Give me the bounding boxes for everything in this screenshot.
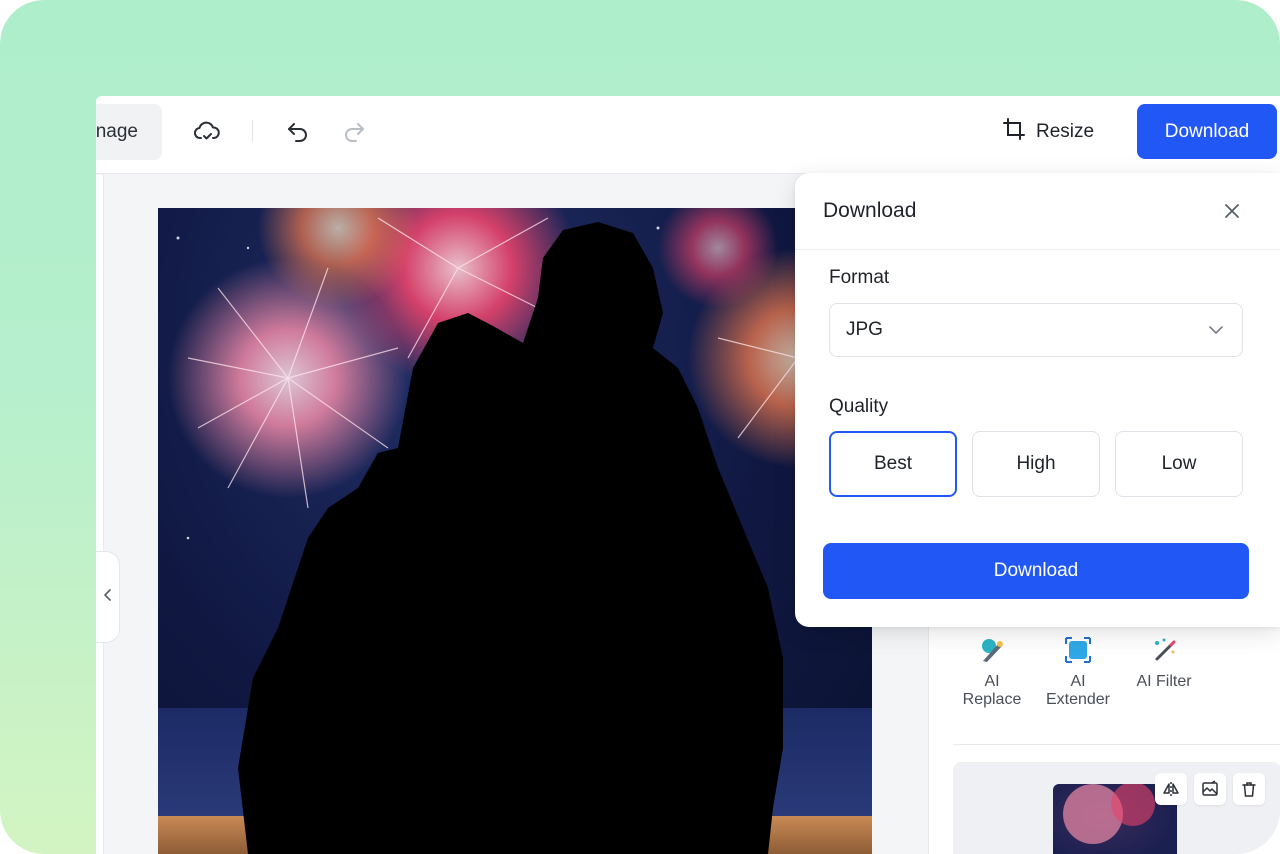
ai-tools-row: AI Replace AI Extender AI Filter — [949, 635, 1207, 709]
redo-icon[interactable] — [340, 118, 368, 146]
ai-filter-icon — [1149, 635, 1179, 665]
format-label: Format — [829, 267, 890, 288]
trash-icon[interactable] — [1233, 773, 1265, 805]
layer-card[interactable] — [953, 762, 1280, 854]
left-panel — [96, 175, 104, 854]
close-icon[interactable] — [1221, 200, 1243, 222]
quality-label: Quality — [829, 396, 889, 417]
download-popover: Download Format JPG Quality Best High Lo… — [795, 173, 1280, 627]
format-value: JPG — [846, 319, 883, 340]
cloud-sync-icon[interactable] — [193, 118, 221, 146]
fireworks-photo — [158, 208, 872, 854]
ai-replace-label: AI Replace — [962, 673, 1022, 708]
resize-button[interactable]: Resize — [1002, 116, 1094, 148]
quality-low-button[interactable]: Low — [1115, 431, 1243, 497]
flip-icon[interactable] — [1155, 773, 1187, 805]
ai-extender-icon — [1063, 635, 1093, 665]
crop-icon — [1002, 117, 1026, 147]
collapse-panel-button[interactable] — [96, 551, 120, 643]
popover-title: Download — [823, 199, 917, 222]
chevron-left-icon — [102, 588, 114, 607]
image-menu-button[interactable]: nage — [96, 104, 162, 160]
ai-replace-icon — [977, 635, 1007, 665]
ai-replace-tool[interactable]: AI Replace — [949, 635, 1035, 709]
top-toolbar: nage Resize Download — [96, 96, 1280, 174]
image-menu-label: nage — [96, 121, 138, 142]
panel-divider — [953, 744, 1280, 745]
download-button[interactable]: Download — [1137, 104, 1277, 159]
ai-filter-tool[interactable]: AI Filter — [1121, 635, 1207, 709]
background-frame: nage Resize Download AI Replace AI Exten… — [0, 0, 1280, 854]
chevron-down-icon — [1208, 319, 1224, 341]
ai-filter-label: AI Filter — [1136, 673, 1192, 690]
format-select[interactable]: JPG — [829, 303, 1243, 357]
quality-high-button[interactable]: High — [972, 431, 1100, 497]
ai-extender-label: AI Extender — [1045, 673, 1111, 708]
canvas-image[interactable] — [158, 208, 872, 854]
quality-best-button[interactable]: Best — [829, 431, 957, 497]
ai-extender-tool[interactable]: AI Extender — [1035, 635, 1121, 709]
undo-icon[interactable] — [284, 118, 312, 146]
popover-header: Download — [795, 173, 1280, 250]
layer-actions — [1155, 773, 1265, 805]
toolbar-divider — [252, 120, 253, 142]
resize-label: Resize — [1036, 121, 1095, 142]
replace-image-icon[interactable] — [1194, 773, 1226, 805]
popover-download-button[interactable]: Download — [823, 543, 1249, 599]
